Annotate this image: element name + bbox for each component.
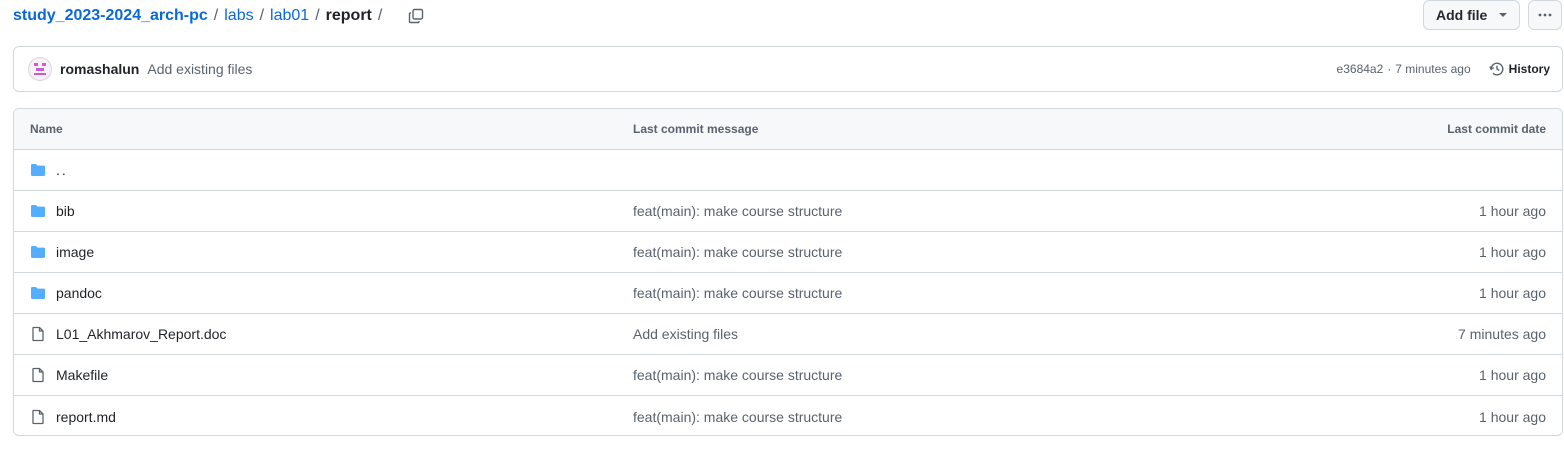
commit-date-cell: 7 minutes ago [1458,326,1546,342]
copy-path-button[interactable] [402,4,430,28]
commit-message-link[interactable]: Add existing files [147,61,252,77]
table-header: Name Last commit message Last commit dat… [14,109,1562,150]
header-message: Last commit message [633,122,759,136]
file-table: Name Last commit message Last commit dat… [13,108,1563,436]
file-name-link[interactable]: Makefile [56,367,108,383]
commit-date-cell: 1 hour ago [1479,367,1546,383]
add-file-button[interactable]: Add file [1423,0,1520,30]
commit-time: 7 minutes ago [1395,62,1471,76]
folder-icon [30,244,46,260]
table-row[interactable]: pandoc feat(main): make course structure… [14,273,1562,314]
breadcrumb-separator: / [259,7,265,24]
commit-date-cell: 1 hour ago [1479,244,1546,260]
more-options-button[interactable] [1528,0,1562,30]
commit-message-cell[interactable]: feat(main): make course structure [633,409,1262,425]
top-bar: study_2023-2024_arch-pc / labs / lab01 /… [13,0,1562,30]
file-name-link[interactable]: image [56,244,94,260]
table-row[interactable]: report.md feat(main): make course struct… [14,396,1562,435]
file-name-link[interactable]: L01_Akhmarov_Report.doc [56,326,226,342]
history-icon [1489,62,1504,76]
commit-message-cell[interactable]: feat(main): make course structure [633,285,1262,301]
commit-author-link[interactable]: romashalun [60,61,139,77]
breadcrumb-labs-link[interactable]: labs [224,7,253,25]
folder-icon [30,203,46,219]
table-row[interactable]: bib feat(main): make course structure 1 … [14,191,1562,232]
breadcrumb-separator: / [377,7,383,24]
commit-message-cell[interactable]: feat(main): make course structure [633,244,1262,260]
breadcrumb: study_2023-2024_arch-pc / labs / lab01 /… [13,4,430,28]
add-file-label: Add file [1436,7,1488,23]
history-button[interactable]: History [1489,61,1550,77]
breadcrumb-separator: / [315,7,320,24]
folder-icon [30,162,46,178]
breadcrumb-repo-link[interactable]: study_2023-2024_arch-pc [13,7,208,25]
copy-icon [409,8,424,24]
table-row[interactable]: image feat(main): make course structure … [14,232,1562,273]
kebab-horizontal-icon [1538,13,1552,17]
commit-message-cell[interactable]: feat(main): make course structure [633,203,1262,219]
avatar[interactable] [28,57,52,81]
commit-date-cell: 1 hour ago [1479,203,1546,219]
file-icon [30,409,46,425]
folder-icon [30,285,46,301]
breadcrumb-current: report [325,7,372,24]
table-row[interactable]: Makefile feat(main): make course structu… [14,355,1562,396]
file-name-link[interactable]: bib [56,203,75,219]
breadcrumb-lab01-link[interactable]: lab01 [270,7,309,25]
history-label: History [1508,62,1550,76]
meta-separator: · [1387,62,1392,76]
commit-hash-link[interactable]: e3684a2 [1337,62,1384,76]
header-date: Last commit date [1447,122,1546,136]
commit-message-cell[interactable]: Add existing files [633,326,1262,342]
identicon-icon [34,63,46,75]
commit-date-cell: 1 hour ago [1479,408,1546,425]
caret-down-icon [1499,13,1508,17]
commit-date-cell: 1 hour ago [1479,285,1546,301]
breadcrumb-separator: / [213,7,219,24]
file-icon [30,367,46,383]
file-name-link[interactable]: .. [56,162,68,178]
file-name-link[interactable]: report.md [56,409,116,425]
file-actions: Add file [1423,0,1562,30]
file-icon [30,326,46,342]
table-row-parent-dir[interactable]: .. [14,150,1562,191]
latest-commit-bar: romashalun Add existing files e3684a2 · … [13,46,1563,92]
commit-message-cell[interactable]: feat(main): make course structure [633,367,1262,383]
header-name: Name [30,122,63,136]
commit-meta: e3684a2 · 7 minutes ago History [1337,61,1550,77]
table-row[interactable]: L01_Akhmarov_Report.doc Add existing fil… [14,314,1562,355]
file-name-link[interactable]: pandoc [56,285,102,301]
